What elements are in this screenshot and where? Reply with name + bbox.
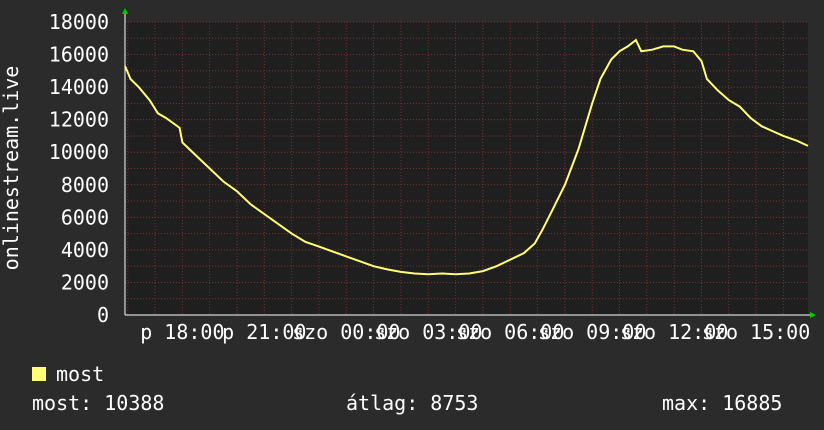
y-tick-labels: 0 2000 4000 6000 8000 10000 12000 14000 16000 180…	[49, 10, 109, 327]
y-tick-label: 4000	[61, 238, 109, 262]
x-tick-label: szo 15:00	[702, 320, 810, 344]
y-tick-label: 14000	[49, 75, 109, 99]
x-tick-label: p 18:00	[140, 320, 224, 344]
y-tick-label: 16000	[49, 43, 109, 67]
y-tick-label: 8000	[61, 173, 109, 197]
stat-maximum: max: 16885	[662, 391, 783, 415]
y-tick-label: 0	[97, 303, 109, 327]
x-axis-arrow	[810, 312, 816, 318]
y-axis-label: onlinestream.live	[0, 66, 23, 271]
chart: 0 2000 4000 6000 8000 10000 12000 14000 16000 180…	[0, 8, 816, 344]
y-tick-label: 12000	[49, 108, 109, 132]
stat-average: átlag: 8753	[346, 391, 479, 415]
legend-swatch	[32, 367, 46, 381]
y-tick-label: 6000	[61, 205, 109, 229]
stat-current: most: 10388	[32, 391, 165, 415]
y-tick-label: 18000	[49, 10, 109, 34]
y-tick-label: 2000	[61, 270, 109, 294]
legend-label: most	[56, 362, 105, 386]
x-tick-labels: p 18:00p 21:00szo 00:00szo 03:00szo 06:0…	[140, 320, 810, 344]
y-tick-label: 10000	[49, 140, 109, 164]
y-axis-arrow	[122, 8, 128, 14]
legend: most	[32, 362, 104, 386]
